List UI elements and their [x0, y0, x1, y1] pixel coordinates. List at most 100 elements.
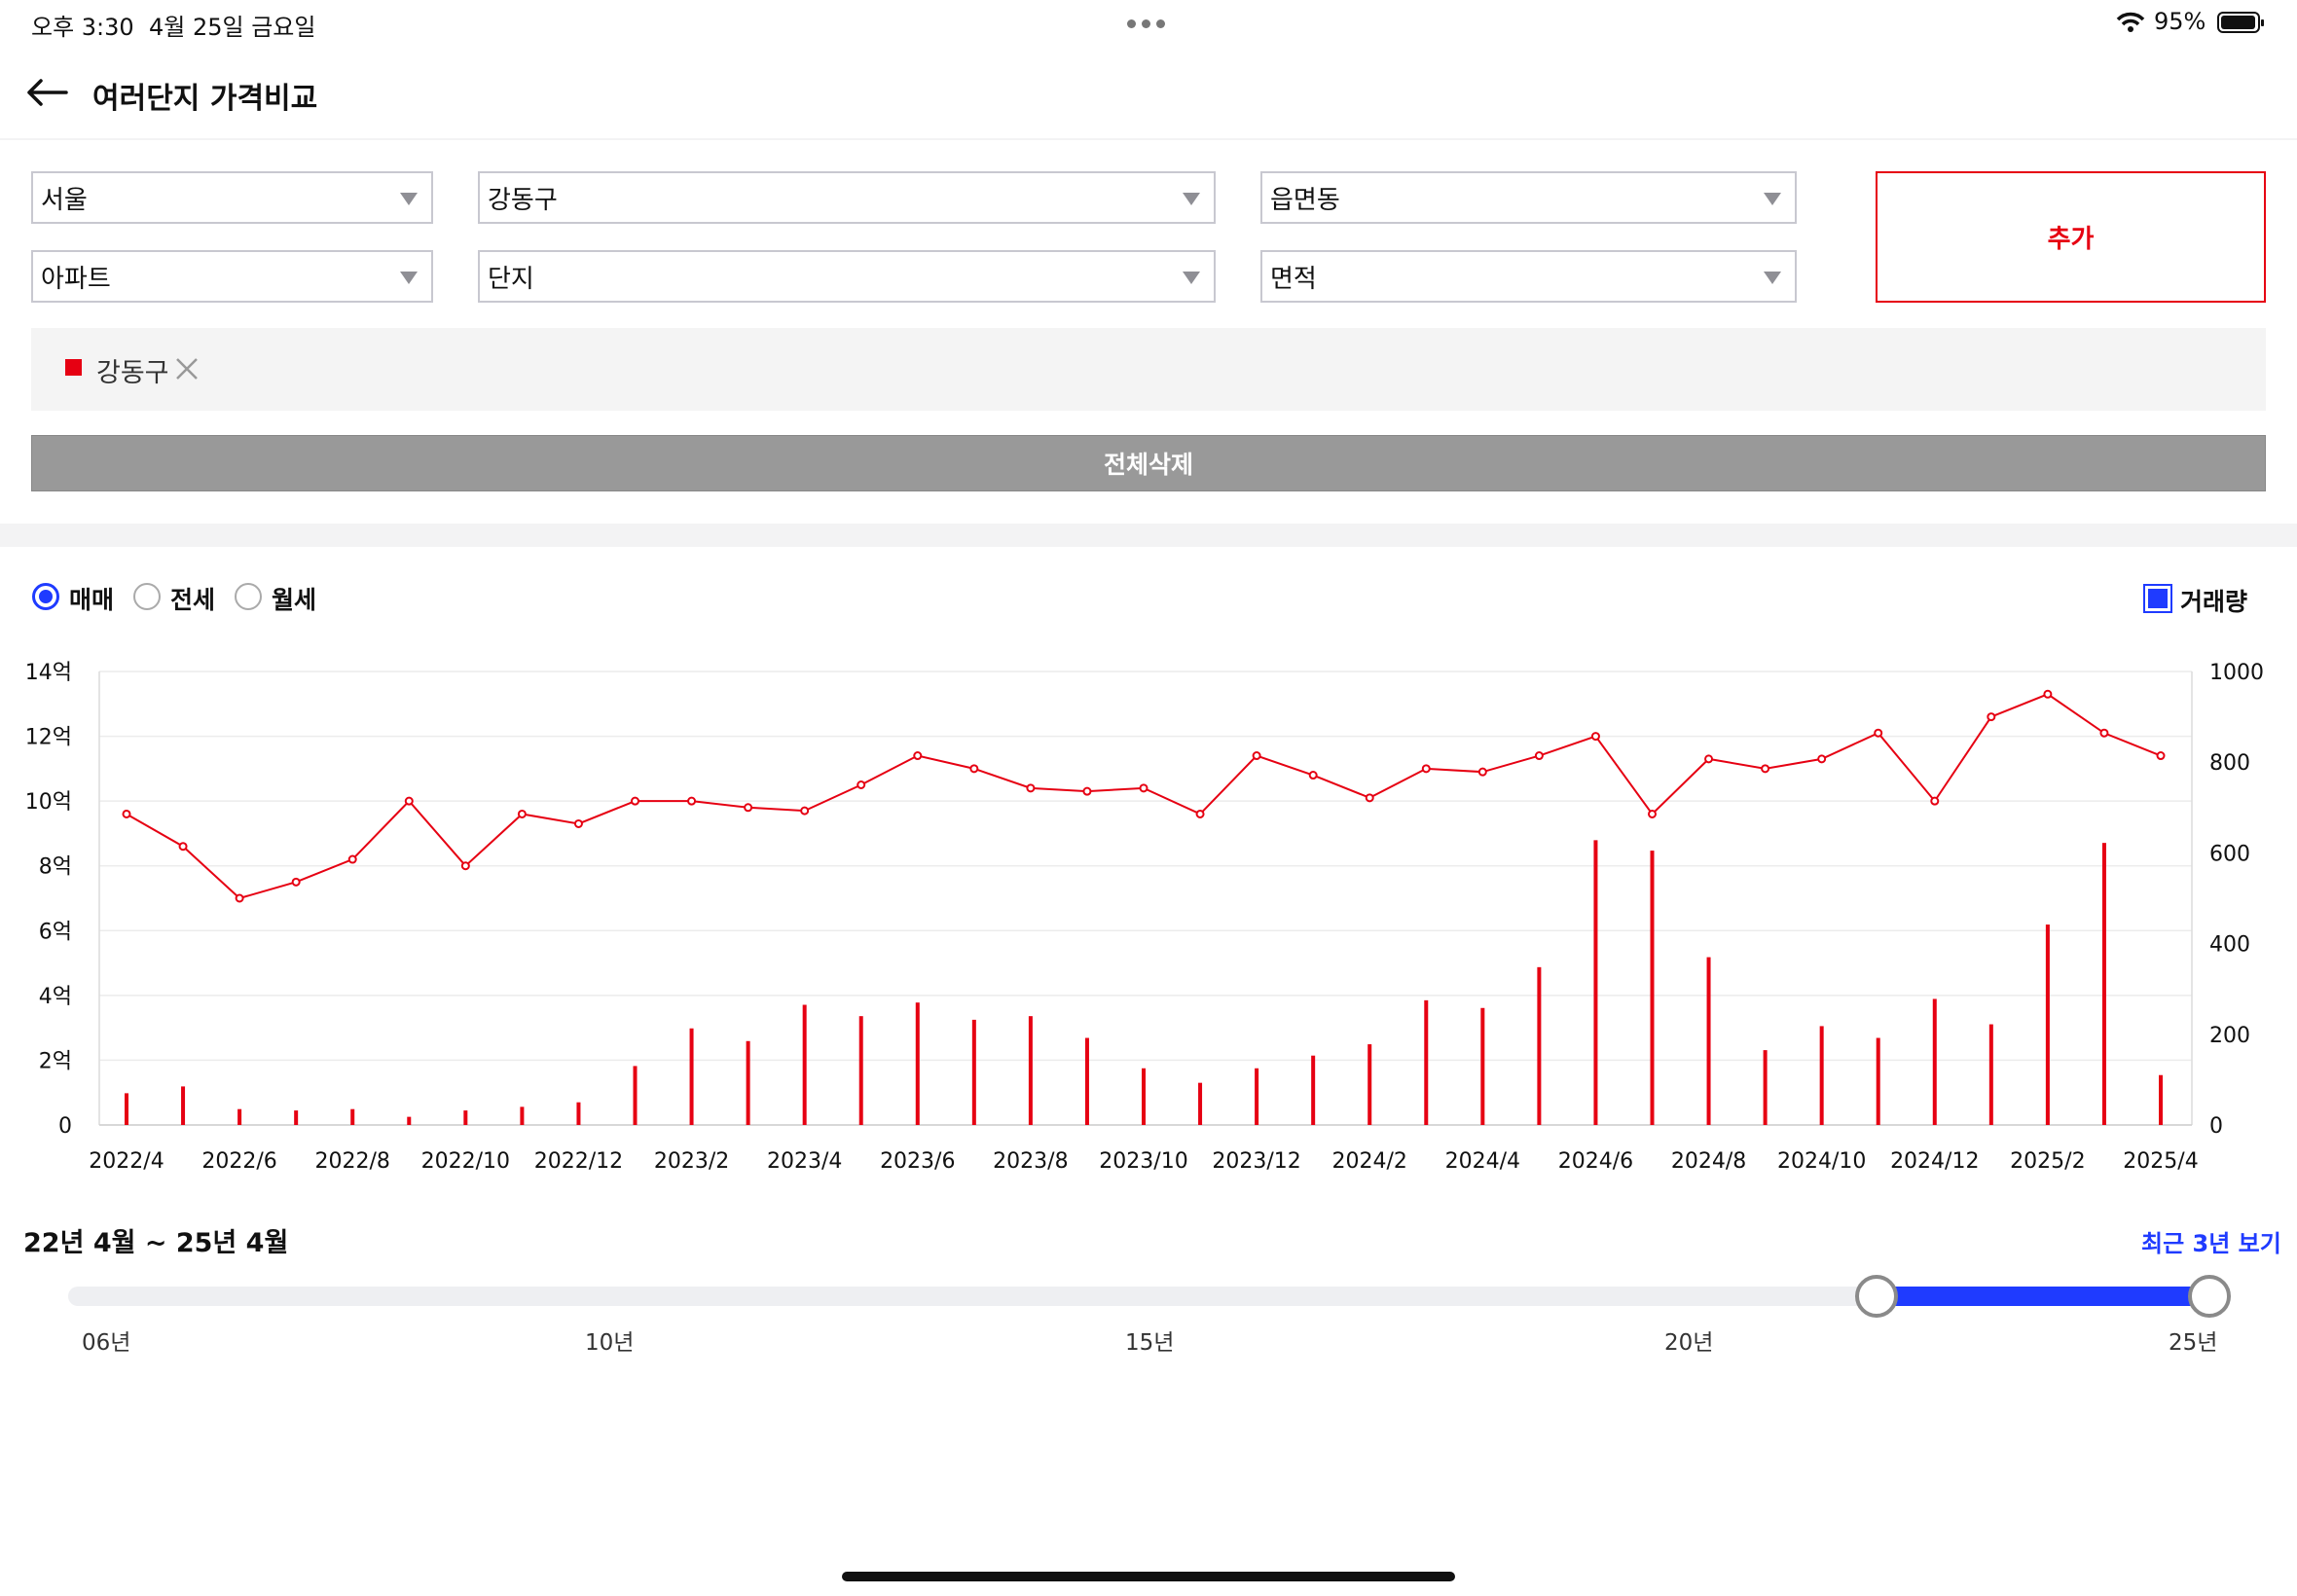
battery-icon [2217, 12, 2264, 33]
price-line [126, 693, 2162, 900]
clear-all-button[interactable]: 전체삭제 [31, 435, 2266, 491]
volume-bar [689, 1028, 694, 1125]
y-left-tick-label: 14억 [25, 661, 72, 685]
x-tick-label: 2022/6 [201, 1149, 276, 1174]
volume-bar [1311, 1055, 1316, 1125]
price-point [235, 893, 244, 903]
dong-select[interactable]: 읍면동 [1260, 171, 1797, 224]
volume-bar [1988, 1024, 1993, 1125]
price-point [687, 796, 697, 806]
volume-bar [1593, 840, 1598, 1125]
price-point [969, 764, 979, 774]
volume-bar [294, 1110, 299, 1125]
volume-bar [407, 1116, 412, 1125]
price-point [1139, 783, 1148, 793]
price-point [2156, 751, 2166, 761]
volume-bar [1819, 1026, 1824, 1125]
area-select[interactable]: 면적 [1260, 250, 1797, 303]
x-tick-label: 2022/8 [315, 1149, 390, 1174]
price-point [1026, 783, 1036, 793]
y-left-tick-label: 6억 [39, 920, 72, 944]
city-select[interactable]: 서울 [31, 171, 433, 224]
volume-bar [915, 1002, 920, 1125]
radio-sale[interactable] [32, 583, 59, 610]
price-point [857, 780, 866, 789]
volume-bar [1424, 999, 1429, 1125]
price-point [1195, 809, 1205, 818]
volume-bar [1876, 1037, 1880, 1125]
price-point [1252, 751, 1261, 761]
price-point [1365, 793, 1374, 803]
price-point [631, 796, 639, 806]
radio-monthly-label[interactable]: 월세 [272, 581, 316, 616]
recent-3-years-link[interactable]: 최근 3년 보기 [2141, 1224, 2281, 1258]
volume-bar [746, 1040, 750, 1125]
y-left-tick-label: 12억 [25, 726, 72, 750]
district-select[interactable]: 강동구 [478, 171, 1216, 224]
y-left-tick-label: 4억 [39, 985, 72, 1009]
period-range-label: 22년 4월 ~ 25년 4월 [23, 1228, 289, 1258]
price-point [460, 861, 470, 871]
volume-bar [971, 1019, 976, 1125]
x-tick-label: 2024/12 [1890, 1149, 1979, 1174]
period-slider-end-handle[interactable] [2188, 1275, 2231, 1318]
chip-color-swatch [65, 359, 82, 376]
area-select-value: 면적 [1270, 264, 1317, 294]
price-point [1817, 754, 1827, 764]
chevron-down-icon [1764, 272, 1781, 284]
home-indicator[interactable] [842, 1572, 1455, 1581]
volume-bar [1367, 1044, 1372, 1125]
volume-bar [1706, 957, 1711, 1125]
volume-bar [237, 1108, 242, 1125]
dong-select-value: 읍면동 [1270, 185, 1340, 215]
x-tick-label: 2023/4 [767, 1149, 842, 1174]
period-slider-start-handle[interactable] [1855, 1275, 1899, 1318]
volume-bar [1142, 1068, 1146, 1125]
multitask-dots-icon[interactable] [1127, 19, 1165, 28]
x-tick-label: 2024/4 [1445, 1149, 1520, 1174]
slider-tick-label: 06년 [82, 1330, 131, 1356]
close-icon[interactable] [175, 357, 199, 381]
y-right-tick-label: 400 [2209, 933, 2250, 958]
price-point [1421, 764, 1431, 774]
price-point [1648, 809, 1657, 818]
volume-checkbox-label[interactable]: 거래량 [2180, 583, 2247, 618]
radio-sale-label[interactable]: 매매 [69, 581, 114, 616]
price-point [404, 796, 414, 806]
x-tick-label: 2024/2 [1332, 1149, 1407, 1174]
district-select-value: 강동구 [488, 185, 558, 215]
x-tick-label: 2022/10 [421, 1149, 510, 1174]
volume-bar [633, 1066, 638, 1125]
volume-bar [1537, 966, 1542, 1125]
property-type-select[interactable]: 아파트 [31, 250, 433, 303]
price-point [291, 877, 301, 887]
volume-bar [802, 1004, 807, 1125]
volume-checkbox[interactable] [2143, 584, 2172, 613]
y-right-tick-label: 1000 [2209, 661, 2264, 685]
volume-bar [1198, 1082, 1203, 1125]
add-button[interactable]: 추가 [1876, 171, 2266, 303]
complex-select[interactable]: 단지 [478, 250, 1216, 303]
price-point [1987, 712, 1996, 722]
chevron-down-icon [1183, 272, 1200, 284]
x-tick-label: 2023/8 [993, 1149, 1068, 1174]
radio-jeonse[interactable] [133, 583, 161, 610]
price-point [347, 854, 357, 864]
radio-monthly[interactable] [235, 583, 262, 610]
chevron-down-icon [400, 193, 418, 205]
x-tick-label: 2023/12 [1212, 1149, 1300, 1174]
x-tick-label: 2023/10 [1099, 1149, 1187, 1174]
slider-tick-label: 20년 [1664, 1330, 1714, 1356]
volume-bar [181, 1086, 186, 1125]
radio-jeonse-label[interactable]: 전세 [170, 581, 215, 616]
price-volume-chart: 0 2억 4억 6억 8억 10억 12억 14억 0 200 400 600 800 1000 2022/… [25, 661, 2264, 1174]
section-divider [0, 524, 2297, 547]
volume-bar [1650, 851, 1655, 1125]
y-right-tick-label: 800 [2209, 751, 2250, 776]
chevron-down-icon [1183, 193, 1200, 205]
back-arrow-icon[interactable] [25, 78, 68, 107]
y-right-tick-label: 0 [2209, 1114, 2223, 1139]
volume-bar [1480, 1007, 1485, 1125]
volume-bar [125, 1093, 128, 1125]
price-point [1874, 728, 1883, 738]
